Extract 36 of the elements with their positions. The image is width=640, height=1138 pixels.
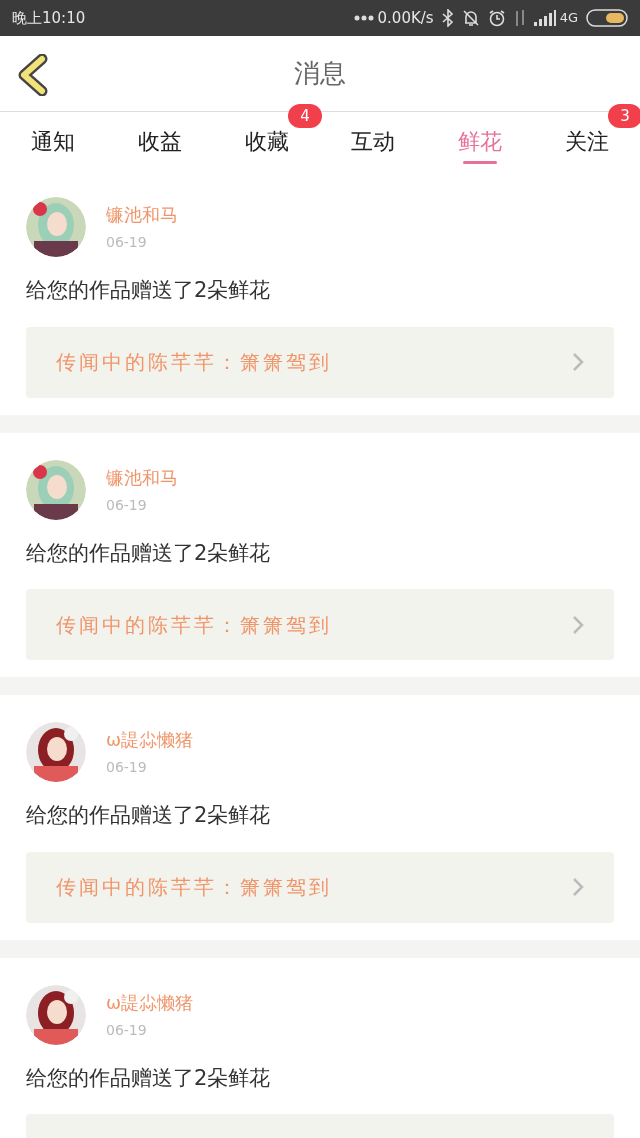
work-link[interactable]: 传闻中的陈芊芊：箫箫驾到 xyxy=(26,851,614,923)
page-title: 消息 xyxy=(294,57,346,90)
signal-icon xyxy=(533,10,556,26)
message-text: 给您的作品赠送了2朵鲜花 xyxy=(26,1064,272,1092)
chevron-right-icon xyxy=(572,352,584,372)
tab[interactable]: 通知 xyxy=(0,112,107,170)
work-link[interactable]: 传闻中的陈芊芊：箫箫驾到 xyxy=(26,589,614,660)
chevron-right-icon xyxy=(572,877,584,897)
chevron-right-icon xyxy=(572,614,584,635)
message-text: 给您的作品赠送了2朵鲜花 xyxy=(26,277,272,304)
network-type: 4G xyxy=(559,9,578,28)
tab[interactable]: 互动 xyxy=(320,112,427,170)
more-icon xyxy=(353,15,374,21)
work-link[interactable]: 传闻中的陈芊芊：箫箫驾到 xyxy=(26,326,614,398)
battery-icon xyxy=(586,9,628,27)
user-name[interactable]: ω諟尛懒猪 xyxy=(106,726,194,753)
count-badge: 4 xyxy=(288,104,322,128)
date: 06-19 xyxy=(106,495,148,515)
count-badge: 3 xyxy=(608,104,640,128)
back-button[interactable] xyxy=(16,54,48,96)
date: 06-19 xyxy=(106,1020,148,1040)
user-name[interactable]: ω諟尛懒猪 xyxy=(106,988,194,1016)
date: 06-19 xyxy=(106,758,148,777)
network-speed: 0.00K/s xyxy=(377,7,434,29)
data-arrows-icon xyxy=(513,9,526,27)
date: 06-19 xyxy=(106,233,148,252)
clock: 晚上10:10 xyxy=(12,7,86,29)
bluetooth-icon xyxy=(441,9,454,27)
tab[interactable]: 收益 xyxy=(106,112,214,170)
message-text: 给您的作品赠送了2朵鲜花 xyxy=(26,539,272,567)
alarm-icon xyxy=(487,9,506,27)
message-text: 给您的作品赠送了2朵鲜花 xyxy=(26,802,272,829)
user-name[interactable]: 镰池和马 xyxy=(106,463,178,491)
user-name[interactable]: 镰池和马 xyxy=(106,201,178,228)
muted-bell-icon xyxy=(461,9,480,27)
tab[interactable]: 鲜花 xyxy=(426,112,534,170)
